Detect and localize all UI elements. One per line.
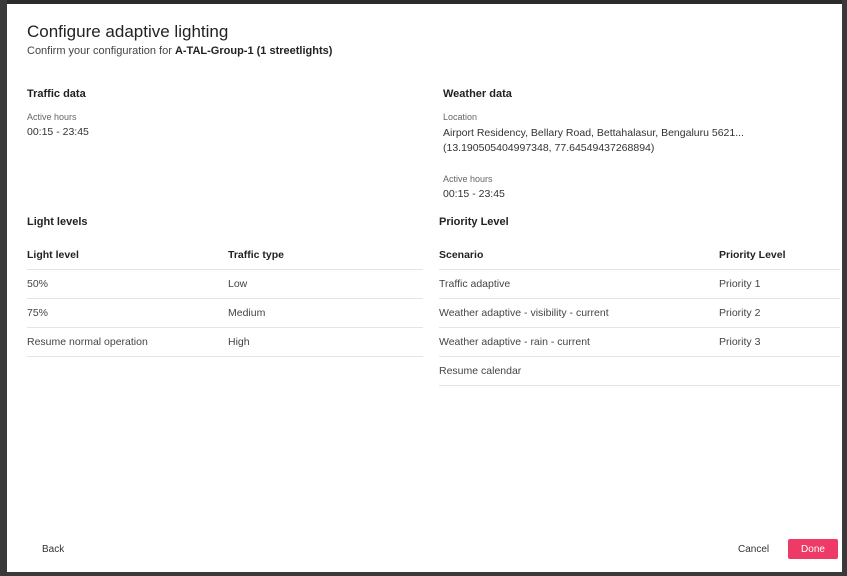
light-level-cell: 50% — [27, 269, 228, 299]
back-button[interactable]: Back — [42, 544, 64, 555]
configure-adaptive-lighting-dialog: Configure adaptive lighting Confirm your… — [7, 4, 842, 572]
table-row: Resume calendar — [439, 356, 840, 386]
table-row: Weather adaptive - rain - current Priori… — [439, 327, 840, 357]
scenario-cell: Traffic adaptive — [439, 269, 719, 299]
dialog-subtitle: Confirm your configuration for A-TAL-Gro… — [27, 45, 332, 57]
traffic-type-cell: Medium — [228, 298, 423, 328]
table-row: Traffic adaptive Priority 1 — [439, 269, 840, 299]
light-level-cell: Resume normal operation — [27, 327, 228, 357]
priority-level-table: Scenario Priority Level Traffic adaptive… — [439, 241, 840, 386]
weather-active-hours-label: Active hours — [443, 174, 493, 184]
priority-level-heading: Priority Level — [439, 216, 509, 228]
table-header-row: Scenario Priority Level — [439, 241, 840, 270]
weather-data-heading: Weather data — [443, 88, 512, 100]
column-header-priority-level: Priority Level — [719, 249, 786, 261]
column-header-traffic-type: Traffic type — [228, 249, 285, 261]
done-button[interactable]: Done — [788, 539, 838, 559]
traffic-type-cell: High — [228, 327, 423, 357]
column-header-light-level: Light level — [27, 249, 79, 261]
scenario-cell: Weather adaptive - visibility - current — [439, 298, 719, 328]
subtitle-prefix: Confirm your configuration for — [27, 45, 175, 57]
priority-cell — [719, 356, 840, 386]
window-frame-bottom — [0, 572, 847, 576]
traffic-active-hours-label: Active hours — [27, 112, 77, 122]
table-row: 50% Low — [27, 269, 423, 299]
window-frame-right — [842, 0, 847, 576]
table-row: Resume normal operation High — [27, 327, 423, 357]
dialog-title: Configure adaptive lighting — [27, 22, 229, 41]
light-levels-heading: Light levels — [27, 216, 88, 228]
weather-location-coordinates: (13.190505404997348, 77.64549437268894) — [443, 142, 655, 154]
window-frame-left — [0, 0, 7, 576]
column-header-scenario: Scenario — [439, 249, 484, 261]
traffic-type-cell: Low — [228, 269, 423, 299]
light-level-cell: 75% — [27, 298, 228, 328]
subtitle-target: A-TAL-Group-1 (1 streetlights) — [174, 45, 333, 57]
weather-active-hours-value: 00:15 - 23:45 — [443, 188, 505, 200]
light-levels-table: Light level Traffic type 50% Low 75% Med… — [27, 241, 423, 357]
scenario-cell: Weather adaptive - rain - current — [439, 327, 719, 357]
traffic-active-hours-value: 00:15 - 23:45 — [27, 126, 89, 138]
scenario-cell: Resume calendar — [439, 356, 719, 386]
priority-cell: Priority 2 — [719, 298, 840, 328]
priority-cell: Priority 1 — [719, 269, 840, 299]
table-row: 75% Medium — [27, 298, 423, 328]
traffic-data-heading: Traffic data — [27, 88, 86, 100]
priority-cell: Priority 3 — [719, 327, 840, 357]
table-header-row: Light level Traffic type — [27, 241, 423, 270]
table-row: Weather adaptive - visibility - current … — [439, 298, 840, 328]
cancel-button[interactable]: Cancel — [738, 544, 769, 555]
weather-location-label: Location — [443, 112, 478, 122]
weather-location-line1: Airport Residency, Bellary Road, Bettaha… — [443, 127, 744, 139]
